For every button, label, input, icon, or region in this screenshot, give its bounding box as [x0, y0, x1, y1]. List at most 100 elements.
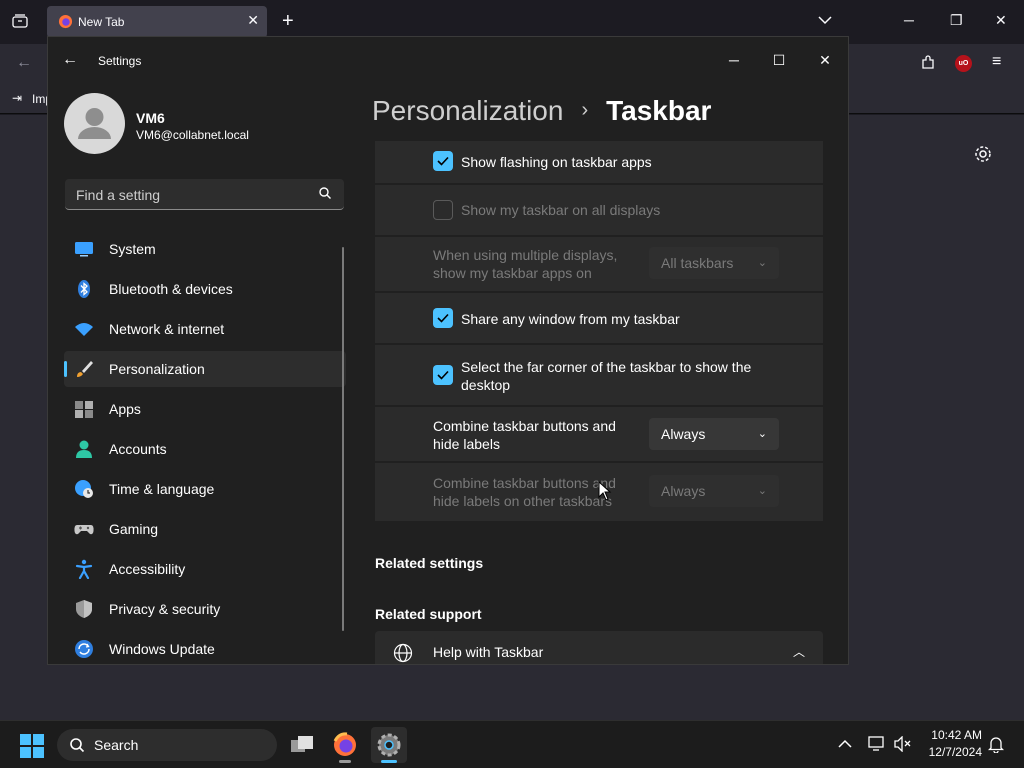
window-title: Settings	[98, 54, 142, 68]
browser-tab-title: New Tab	[78, 15, 125, 29]
settings-window: ← Settings ─ ☐ ✕ VM6 VM6@collabnet.local…	[47, 36, 849, 665]
restore-browser-icon[interactable]: ❐	[950, 12, 963, 29]
page-title: Taskbar	[606, 95, 712, 126]
start-icon[interactable]	[20, 734, 44, 763]
back-arrow-icon[interactable]: ←	[62, 51, 82, 71]
sidebar-item-apps[interactable]: Apps	[64, 391, 346, 427]
setting-row-all-displays: Show my taskbar on all displays	[375, 185, 823, 235]
sidebar-item-time-language[interactable]: Time & language	[64, 471, 346, 507]
taskbar-search[interactable]: Search	[57, 729, 277, 761]
close-tab-icon[interactable]: ✕	[247, 12, 259, 29]
related-support-heading: Related support	[375, 606, 482, 622]
gamepad-icon	[74, 519, 94, 539]
sidebar-item-system[interactable]: System	[64, 231, 346, 267]
import-bookmarks-icon[interactable]: ⇥	[12, 91, 22, 105]
setting-label-line2: desktop	[461, 377, 511, 393]
update-icon	[74, 639, 94, 659]
extensions-icon[interactable]	[920, 55, 936, 76]
network-icon[interactable]	[868, 736, 886, 757]
menu-icon[interactable]: ≡	[992, 53, 1001, 71]
volume-muted-icon[interactable]	[894, 735, 912, 757]
search-icon	[69, 737, 85, 758]
sidebar-item-personalization[interactable]: Personalization	[64, 351, 346, 387]
browser-tab[interactable]: New Tab ✕	[47, 6, 267, 38]
task-view-button[interactable]	[284, 727, 320, 763]
sidebar-item-label: Accessibility	[109, 561, 186, 577]
checkbox-far-corner[interactable]	[433, 365, 453, 385]
sidebar-item-label: Network & internet	[109, 321, 225, 337]
sidebar-item-label: Accounts	[109, 441, 167, 457]
person-icon	[74, 439, 94, 459]
sidebar-item-bluetooth[interactable]: Bluetooth & devices	[64, 271, 346, 307]
help-with-taskbar[interactable]: Help with Taskbar ︿	[375, 631, 823, 664]
chevron-down-icon: ⌄	[757, 257, 767, 269]
sidebar-item-accounts[interactable]: Accounts	[64, 431, 346, 467]
search-icon[interactable]	[318, 186, 334, 202]
sidebar-item-label: System	[109, 241, 156, 257]
sidebar-item-windows-update[interactable]: Windows Update	[64, 631, 346, 664]
clock-date[interactable]: 12/7/2024	[922, 745, 982, 759]
breadcrumb-parent[interactable]: Personalization	[372, 95, 563, 126]
active-indicator	[64, 361, 67, 377]
checkbox-flashing[interactable]	[433, 151, 453, 171]
page-settings-icon[interactable]	[974, 145, 992, 168]
chevron-up-icon[interactable]: ︿	[793, 643, 805, 660]
maximize-icon[interactable]: ☐	[764, 45, 794, 75]
brush-icon	[74, 359, 94, 379]
setting-label-line2: hide labels	[433, 436, 500, 452]
sidebar-item-label: Bluetooth & devices	[109, 281, 233, 297]
firefox-taskbar-button[interactable]	[327, 727, 363, 763]
notification-bell-icon[interactable]	[987, 735, 1005, 758]
wifi-icon	[74, 319, 94, 339]
close-browser-icon[interactable]: ✕	[995, 12, 1007, 29]
active-indicator	[381, 760, 397, 763]
setting-label-line1: Combine taskbar buttons and	[433, 418, 616, 434]
sidebar-item-label: Time & language	[109, 481, 215, 497]
profile-name: VM6	[136, 110, 165, 126]
setting-row-share-window: Share any window from my taskbar	[375, 293, 823, 343]
combine-other-dropdown[interactable]: Always ⌄	[649, 475, 779, 507]
checkbox-share-window[interactable]	[433, 308, 453, 328]
sidebar-item-label: Windows Update	[109, 641, 215, 657]
new-tab-icon[interactable]: +	[282, 10, 294, 33]
sidebar-item-gaming[interactable]: Gaming	[64, 511, 346, 547]
checkbox-all-displays[interactable]	[433, 200, 453, 220]
ublock-icon[interactable]: uO	[955, 55, 972, 72]
tab-list-icon[interactable]	[12, 14, 28, 33]
setting-label: Show my taskbar on all displays	[461, 202, 661, 218]
sidebar-item-label: Gaming	[109, 521, 159, 537]
list-all-tabs-icon[interactable]	[818, 12, 832, 30]
chevron-up-icon[interactable]	[838, 736, 852, 754]
firefox-tab-icon	[58, 14, 73, 34]
back-arrow-icon[interactable]: ←	[16, 54, 32, 72]
sidebar-item-label: Privacy & security	[109, 601, 221, 617]
avatar[interactable]	[64, 93, 125, 154]
clock-time[interactable]: 10:42 AM	[926, 728, 982, 742]
running-indicator	[339, 760, 351, 763]
minimize-icon[interactable]: ─	[719, 45, 749, 75]
shield-icon	[74, 599, 94, 619]
sidebar-item-label: Personalization	[109, 361, 205, 377]
settings-taskbar-button[interactable]	[371, 727, 407, 763]
breadcrumb: Personalization › Taskbar	[372, 95, 711, 127]
sidebar-item-accessibility[interactable]: Accessibility	[64, 551, 346, 587]
monitor-icon	[74, 239, 94, 259]
minimize-browser-icon[interactable]: ─	[904, 12, 914, 28]
setting-row-multi-display: When using multiple displays, show my ta…	[375, 237, 823, 291]
sidebar-scrollbar[interactable]	[342, 247, 344, 631]
multi-display-dropdown[interactable]: All taskbars ⌄	[649, 247, 779, 279]
sidebar-item-network[interactable]: Network & internet	[64, 311, 346, 347]
title-bar: ← Settings ─ ☐ ✕	[48, 37, 848, 85]
setting-row-flashing: Show flashing on taskbar apps	[375, 141, 823, 183]
search-input[interactable]: Find a setting	[65, 179, 344, 210]
combine-dropdown[interactable]: Always ⌄	[649, 418, 779, 450]
search-placeholder: Find a setting	[76, 187, 161, 203]
close-icon[interactable]: ✕	[810, 45, 840, 75]
setting-label: Share any window from my taskbar	[461, 311, 680, 327]
globe-icon	[393, 643, 413, 664]
setting-row-far-corner: Select the far corner of the taskbar to …	[375, 345, 823, 405]
related-settings-heading: Related settings	[375, 555, 484, 571]
help-label: Help with Taskbar	[433, 644, 544, 660]
taskbar: Search 10:42 AM 12/7/2024	[0, 720, 1024, 768]
sidebar-item-privacy-security[interactable]: Privacy & security	[64, 591, 346, 627]
